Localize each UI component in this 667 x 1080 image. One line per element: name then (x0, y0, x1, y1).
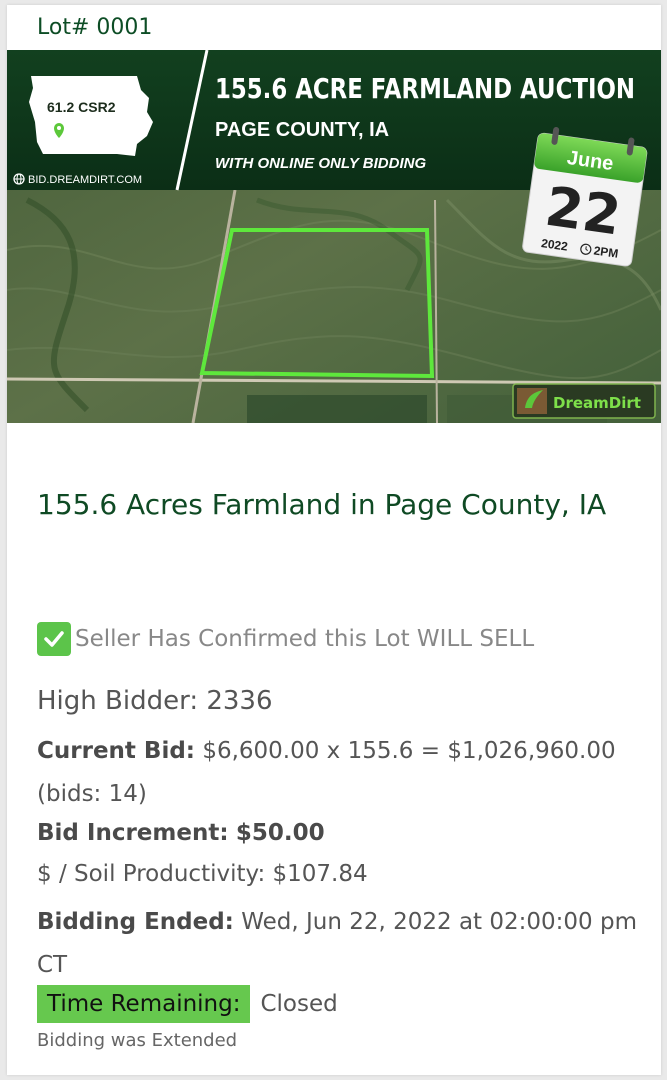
soil-productivity: $ / Soil Productivity: $107.84 (37, 861, 368, 887)
current-bid-label: Current Bid: (37, 738, 195, 764)
banner-county: PAGE COUNTY, IA (215, 119, 389, 141)
bid-increment-label: Bid Increment: (37, 820, 229, 846)
brand-logo-text: DreamDirt (553, 394, 641, 412)
calendar-day: 22 (542, 175, 625, 248)
lot-card: Lot# 0001 61.2 CSR2 BID.DREAMDIRT.COM 15… (7, 5, 661, 1075)
bid-increment-value: $50.00 (235, 820, 325, 846)
bid-increment: Bid Increment: $50.00 (37, 815, 325, 851)
time-remaining-value: Closed (260, 991, 338, 1017)
banner-graphic: 61.2 CSR2 BID.DREAMDIRT.COM 155.6 ACRE F… (7, 50, 661, 423)
auction-banner-image[interactable]: 61.2 CSR2 BID.DREAMDIRT.COM 155.6 ACRE F… (7, 50, 661, 423)
seller-confirmation: Seller Has Confirmed this Lot WILL SELL (37, 622, 534, 656)
extended-note: Bidding was Extended (37, 1030, 238, 1051)
website-label: BID.DREAMDIRT.COM (28, 174, 142, 186)
time-remaining-label: Time Remaining: (37, 985, 251, 1023)
seller-confirmation-text: Seller Has Confirmed this Lot WILL SELL (75, 626, 535, 652)
current-bid: Current Bid: $6,600.00 x 155.6 = $1,026,… (37, 730, 637, 816)
lot-number: Lot# 0001 (37, 15, 153, 40)
high-bidder: High Bidder: 2336 (37, 686, 273, 716)
time-remaining: Time Remaining: Closed (37, 985, 338, 1023)
map-csr-label: 61.2 CSR2 (47, 99, 116, 115)
bidding-ended-label: Bidding Ended: (37, 909, 234, 935)
banner-online-note: WITH ONLINE ONLY BIDDING (215, 155, 426, 172)
listing-title: 155.6 Acres Farmland in Page County, IA (37, 488, 607, 521)
banner-headline: 155.6 ACRE FARMLAND AUCTION (215, 72, 635, 105)
checkmark-icon (37, 622, 71, 656)
bidding-ended: Bidding Ended: Wed, Jun 22, 2022 at 02:0… (37, 901, 637, 987)
